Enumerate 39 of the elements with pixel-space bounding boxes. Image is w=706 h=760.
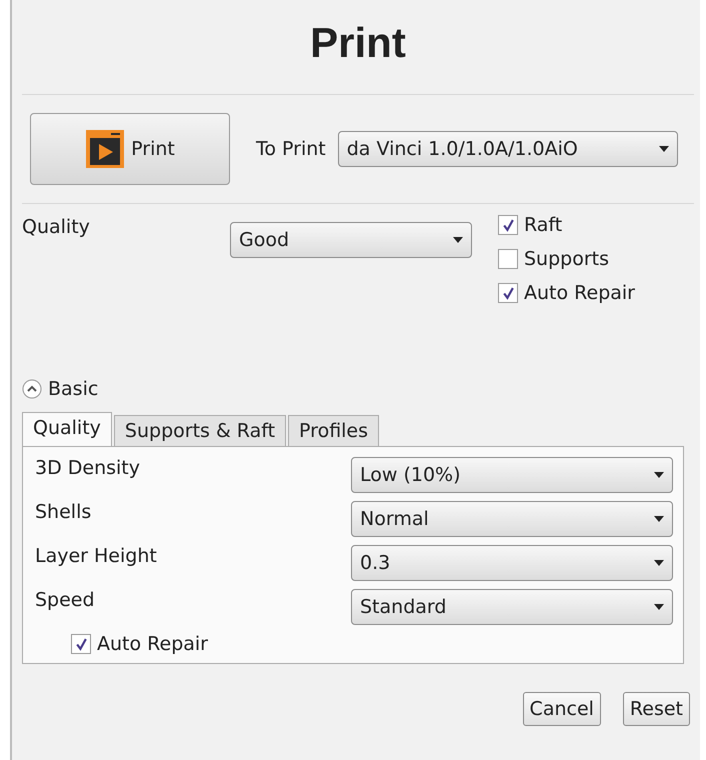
caret-icon	[654, 472, 664, 478]
checkmark-icon	[74, 638, 88, 650]
setting-dropdown[interactable]: Standard	[351, 589, 673, 625]
to-print-label: To Print	[256, 138, 326, 160]
checkmark-icon	[502, 218, 514, 232]
setting-dropdown[interactable]: 0.3	[351, 545, 673, 581]
caret-icon	[654, 516, 664, 522]
caret-icon	[654, 604, 664, 610]
tab[interactable]: Profiles	[288, 415, 380, 446]
quality-label: Quality	[22, 216, 91, 238]
setting-dropdown[interactable]: Normal	[351, 501, 673, 537]
tab[interactable]: Quality	[22, 412, 112, 446]
checkbox-label: Raft	[524, 214, 562, 236]
dialog-button[interactable]: Reset	[622, 692, 690, 726]
caret-icon	[453, 237, 463, 243]
dialog-button[interactable]: Cancel	[522, 692, 601, 726]
caret-icon	[658, 146, 669, 152]
caret-icon	[654, 560, 664, 566]
print-button[interactable]: Print	[30, 113, 230, 185]
setting-label: Speed	[35, 589, 95, 611]
collapse-icon[interactable]	[22, 379, 42, 399]
setting-label: Shells	[35, 501, 92, 523]
checkmark-icon	[502, 286, 514, 300]
checkbox[interactable]	[498, 283, 518, 303]
checkbox-label: Auto Repair	[524, 282, 635, 304]
setting-dropdown[interactable]: Low (10%)	[351, 457, 673, 493]
setting-label: 3D Density	[35, 457, 140, 479]
quality-dropdown[interactable]: Good	[230, 222, 472, 258]
checkbox-label: Auto Repair	[97, 633, 208, 655]
checkbox[interactable]	[498, 249, 518, 269]
checkbox[interactable]	[71, 634, 91, 654]
setting-label: Layer Height	[35, 545, 157, 567]
tab[interactable]: Supports & Raft	[114, 415, 286, 446]
checkbox-label: Supports	[524, 248, 610, 270]
dialog-title: Print	[309, 18, 407, 68]
printer-dropdown[interactable]: da Vinci 1.0/1.0A/1.0AiO	[338, 131, 678, 167]
section-label: Basic	[48, 378, 98, 400]
play-icon	[85, 129, 126, 169]
checkbox[interactable]	[498, 215, 518, 235]
